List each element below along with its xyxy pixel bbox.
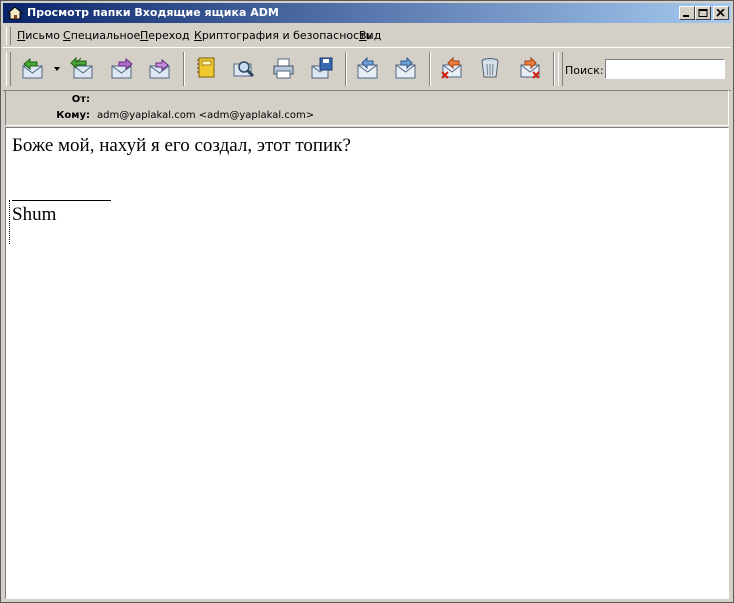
menu-go-label: ереход (148, 29, 190, 42)
magnifier-icon (233, 61, 255, 78)
delete-previous-button[interactable] (437, 53, 467, 83)
message-text: Боже мой, нахуй я его создал, этот топик… (12, 135, 351, 156)
previous-message-button[interactable] (353, 53, 383, 83)
window-title: Просмотр папки Входящие ящика ADM (27, 6, 279, 19)
find-button[interactable] (229, 53, 259, 83)
signature: Shum (12, 204, 57, 225)
search-input[interactable] (605, 59, 725, 79)
reply-all-icon (70, 56, 93, 79)
minimize-icon (683, 15, 689, 17)
toolbar-grip (6, 52, 11, 86)
address-book-icon (197, 57, 215, 78)
forward-icon (111, 57, 133, 79)
redirect-button[interactable] (145, 53, 175, 83)
signature-separator (12, 200, 111, 201)
reply-dropdown-icon[interactable] (53, 66, 61, 72)
delete-button[interactable] (475, 53, 505, 83)
trash-icon (481, 58, 499, 78)
close-icon (716, 9, 725, 17)
redirect-icon (149, 58, 170, 79)
search-label: Поиск: (565, 64, 604, 77)
save-button[interactable] (307, 53, 337, 83)
next-message-button[interactable] (391, 53, 421, 83)
title-bar[interactable]: Просмотр папки Входящие ящика ADM (3, 3, 731, 23)
delete-previous-icon (441, 56, 462, 79)
to-value[interactable]: adm@yaplakal.com <adm@yaplakal.com> (97, 110, 314, 121)
menu-item-go[interactable]: Переход (140, 29, 190, 42)
message-body[interactable]: Боже мой, нахуй я его создал, этот топик… (5, 127, 729, 599)
previous-message-icon (357, 56, 378, 79)
maximize-icon (698, 9, 708, 17)
toolbar-separator (429, 52, 431, 86)
close-button[interactable] (713, 6, 729, 20)
menu-crypto-mnemonic: К (194, 29, 202, 42)
search-grip (558, 52, 563, 86)
reply-icon (22, 57, 43, 79)
from-label: От: (71, 94, 90, 105)
print-button[interactable] (269, 53, 299, 83)
menu-crypto-label: риптография и безопасность (201, 29, 373, 42)
next-message-icon (395, 56, 416, 79)
house-icon (7, 6, 23, 20)
printer-icon (273, 58, 294, 79)
minimize-button[interactable] (679, 6, 695, 20)
menu-view-mnemonic: В (359, 29, 367, 42)
menu-letter-label: исьмо (25, 29, 60, 42)
delete-next-icon (520, 56, 540, 79)
to-label: Кому: (56, 110, 90, 121)
toolbar-separator (553, 52, 555, 86)
mail-window: Просмотр папки Входящие ящика ADM Письмо… (0, 0, 734, 603)
address-book-button[interactable] (191, 53, 221, 83)
save-icon (311, 57, 333, 79)
menu-bar: Письмо Специальное Переход Криптография … (3, 25, 731, 47)
menu-item-letter[interactable]: Письмо (17, 29, 60, 42)
signature-quote-bar (9, 200, 11, 244)
reply-all-button[interactable] (67, 53, 97, 83)
forward-button[interactable] (107, 53, 137, 83)
menu-grip (6, 27, 11, 45)
menu-view-label: ид (366, 29, 382, 42)
menu-special-label: пециальное (70, 29, 141, 42)
menu-item-special[interactable]: Специальное (63, 29, 140, 42)
reply-button[interactable] (17, 53, 47, 83)
menu-item-view[interactable]: Вид (359, 29, 381, 42)
maximize-button[interactable] (695, 6, 711, 20)
menu-special-mnemonic: С (63, 29, 71, 42)
delete-next-button[interactable] (515, 53, 545, 83)
menu-item-crypto[interactable]: Криптография и безопасность (194, 29, 372, 42)
toolbar-separator (345, 52, 347, 86)
toolbar: Поиск: (3, 47, 731, 91)
toolbar-separator (183, 52, 185, 86)
message-headers: От: Кому: adm@yaplakal.com <adm@yaplakal… (5, 90, 729, 126)
